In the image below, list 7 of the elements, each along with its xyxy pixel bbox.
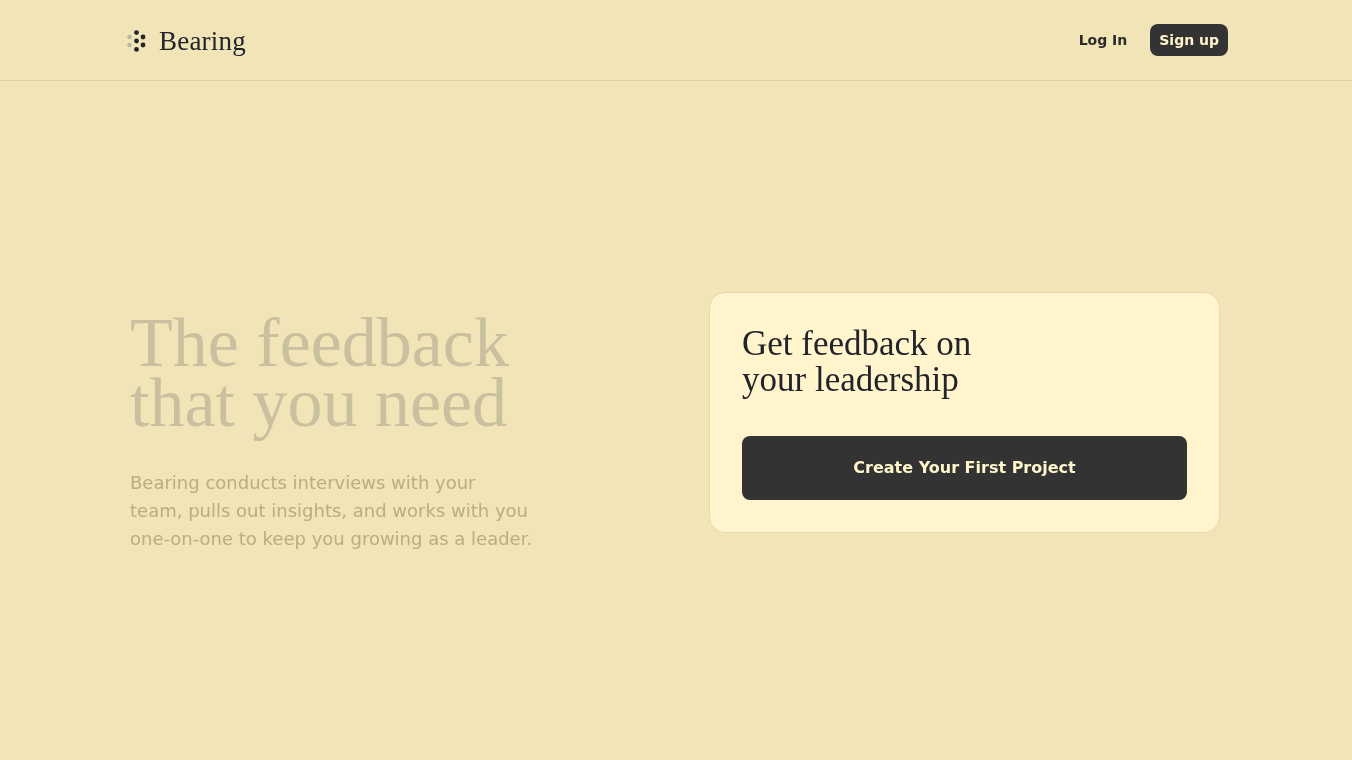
- card-heading: Get feedback on your leadership: [742, 325, 973, 398]
- log-in-link[interactable]: Log In: [1077, 24, 1129, 56]
- dots-logo-icon: [127, 30, 146, 52]
- brand-name: Bearing: [159, 25, 246, 57]
- hero-description: Bearing conducts interviews with your team, pulls out insights, and works with you one-on-one to keep you growing as a leader.: [130, 471, 534, 551]
- create-project-button[interactable]: Create Your First Project: [742, 435, 1187, 500]
- sign-up-button[interactable]: Sign up: [1150, 24, 1228, 56]
